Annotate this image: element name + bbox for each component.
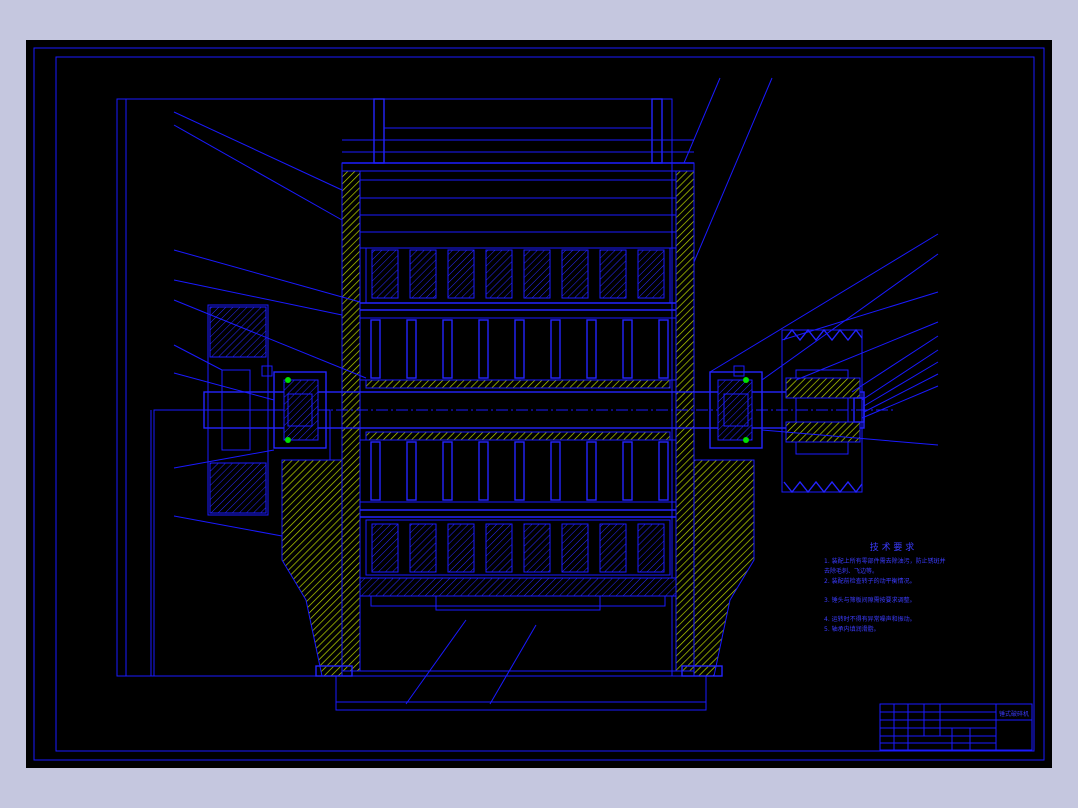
grate-bars bbox=[359, 577, 677, 611]
upper-hammer-row bbox=[360, 247, 676, 311]
title-block: 锤式破碎机 bbox=[879, 703, 1033, 751]
feed-hopper bbox=[341, 98, 695, 172]
rotor-discs-upper bbox=[359, 317, 677, 381]
technical-notes: 技 术 要 求 1. 装配上所有零部件需去除油污，防止锈斑并 去除毛刺、飞边等。… bbox=[824, 541, 946, 633]
rotor-discs-lower bbox=[359, 439, 677, 503]
right-bearing bbox=[709, 365, 763, 449]
note-line: 2. 装配前检查转子的动平衡情况。 bbox=[824, 577, 916, 585]
drawing-name: 锤式破碎机 bbox=[999, 710, 1029, 718]
drawing-canvas: 技 术 要 求 1. 装配上所有零部件需去除油污，防止锈斑并 去除毛刺、飞边等。… bbox=[26, 40, 1052, 768]
notes-title: 技 术 要 求 bbox=[870, 541, 915, 553]
note-line: 3. 锤头与筛板间隙需按要求调整。 bbox=[824, 596, 916, 604]
note-line: 1. 装配上所有零部件需去除油污，防止锈斑并 bbox=[824, 557, 946, 565]
outer-border bbox=[33, 47, 1045, 761]
dimension-lines bbox=[125, 99, 706, 703]
upper-liner bbox=[360, 179, 676, 249]
lower-hammer-row bbox=[360, 509, 676, 576]
inner-border bbox=[55, 56, 1035, 752]
assembly-drawing: 技 术 要 求 1. 装配上所有零部件需去除油污，防止锈斑并 去除毛刺、飞边等。… bbox=[33, 47, 1045, 761]
v-belt-pulley bbox=[781, 328, 865, 494]
left-bearing bbox=[261, 365, 327, 449]
note-line: 4. 运转时不得有异常噪声和振动。 bbox=[824, 615, 916, 623]
note-line: 去除毛刺、飞边等。 bbox=[824, 567, 878, 575]
base-plate bbox=[335, 675, 707, 711]
note-line: 5. 轴承内填润滑脂。 bbox=[824, 625, 880, 633]
